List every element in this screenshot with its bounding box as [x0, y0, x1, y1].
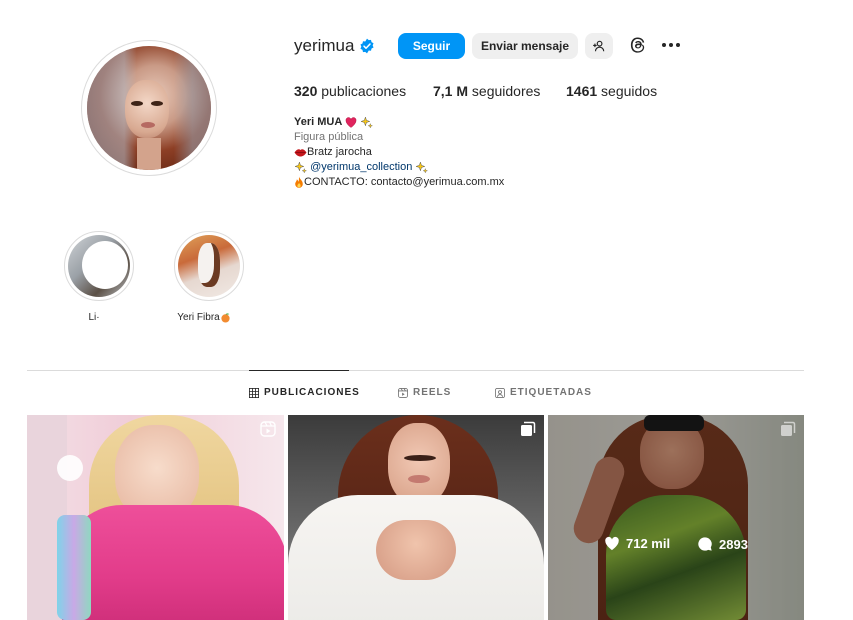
- highlight-label: Li·: [88, 312, 100, 323]
- heart-emoji-icon: [345, 116, 357, 128]
- highlight-cover: [68, 235, 130, 297]
- active-tab-indicator: [249, 370, 349, 371]
- tabs-divider: [27, 370, 804, 371]
- bio-line-1: Bratz jarocha: [294, 145, 372, 160]
- bio-category: Figura pública: [294, 131, 364, 143]
- highlight-1[interactable]: [64, 231, 134, 301]
- post-thumbnail[interactable]: [27, 415, 284, 620]
- send-message-button[interactable]: Enviar mensaje: [472, 33, 578, 59]
- followers-count[interactable]: 7,1 M seguidores: [433, 83, 540, 99]
- sparkles-emoji-icon: [294, 160, 307, 174]
- tab-reels[interactable]: REELS: [398, 387, 451, 398]
- lips-emoji-icon: [294, 148, 307, 157]
- reel-icon: [260, 421, 276, 437]
- post-thumbnail[interactable]: 712 mil 2893: [548, 415, 804, 620]
- carousel-icon: [521, 421, 536, 436]
- threads-icon[interactable]: [628, 35, 648, 55]
- tagged-icon: [495, 387, 505, 398]
- reels-icon: [398, 387, 408, 398]
- bio-name: Yeri MUA: [294, 115, 373, 130]
- tab-publicaciones[interactable]: PUBLICACIONES: [249, 387, 360, 398]
- posts-count: 320 publicaciones: [294, 83, 407, 99]
- sparkles-emoji-icon: [415, 160, 429, 174]
- sparkles-emoji-icon: [360, 115, 373, 129]
- highlight-2[interactable]: [174, 231, 244, 301]
- fire-emoji-icon: [295, 176, 303, 188]
- highlight-label: Yeri Fibra: [154, 312, 254, 323]
- hover-overlay: [548, 415, 804, 620]
- tab-etiquetadas[interactable]: ETIQUETADAS: [495, 387, 592, 398]
- post-thumbnail[interactable]: [288, 415, 544, 620]
- bio-line-2: @yerimua_collection: [294, 160, 429, 175]
- follow-button[interactable]: Seguir: [398, 33, 465, 59]
- following-count[interactable]: 1461 seguidos: [566, 83, 657, 99]
- collection-link[interactable]: @yerimua_collection: [310, 161, 412, 173]
- comment-icon: [698, 537, 712, 551]
- heart-icon: [605, 536, 619, 551]
- carousel-icon: [781, 421, 796, 436]
- highlight-cover: [178, 235, 240, 297]
- verified-badge-icon: [360, 38, 374, 54]
- more-options-icon[interactable]: [660, 38, 682, 52]
- bio-line-3: CONTACTO: contacto@yerimua.com.mx: [294, 175, 504, 190]
- add-person-icon: [593, 40, 605, 52]
- peach-emoji-icon: [221, 313, 230, 323]
- profile-avatar[interactable]: [81, 40, 217, 176]
- grid-icon: [249, 387, 259, 398]
- likes-count: 712 mil: [604, 536, 670, 551]
- comments-count: 2893: [697, 536, 748, 552]
- suggest-users-button[interactable]: [585, 33, 613, 59]
- avatar-image: [87, 46, 211, 170]
- username: yerimua: [294, 36, 355, 55]
